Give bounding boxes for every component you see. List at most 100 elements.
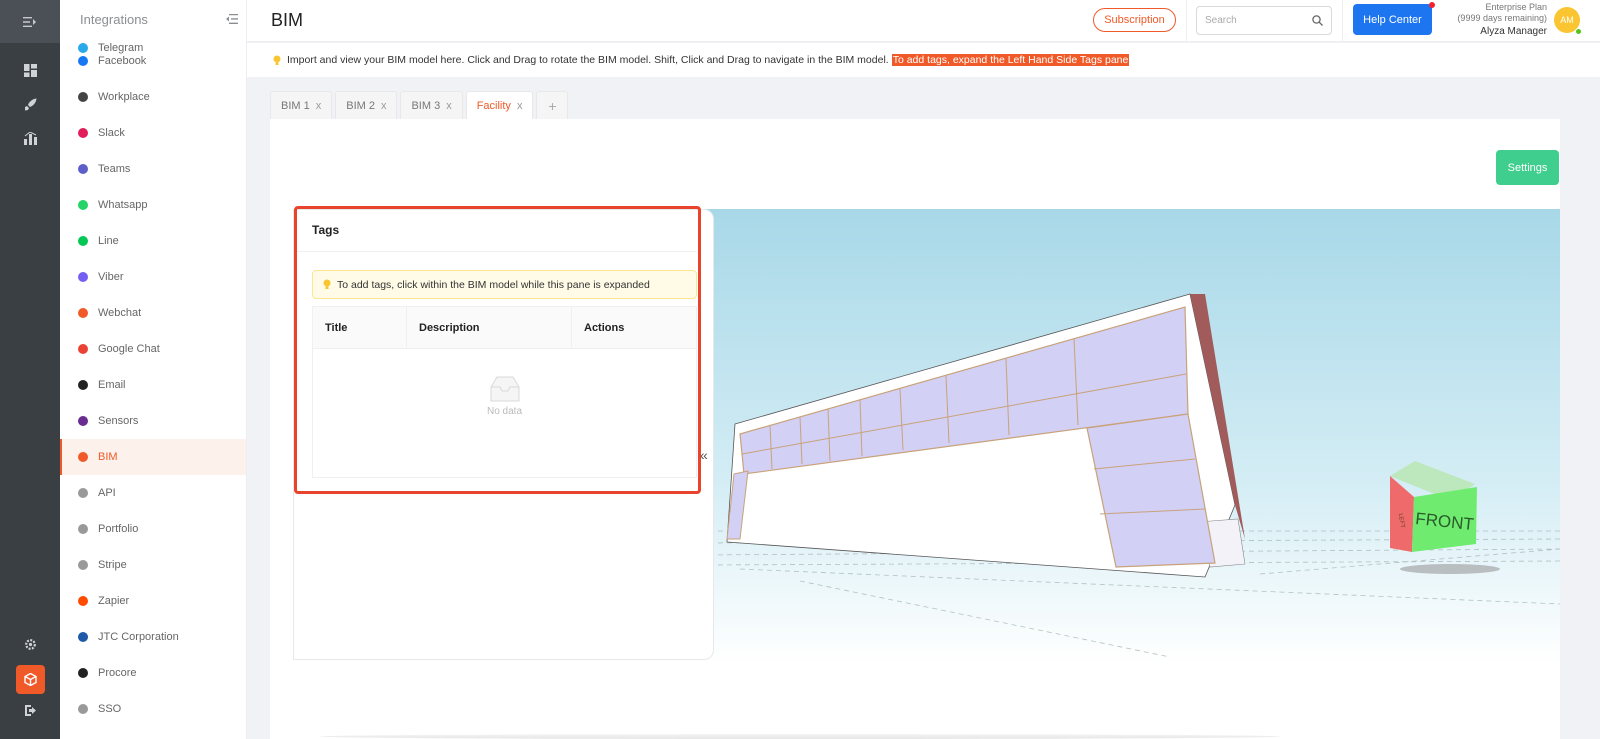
chart-icon[interactable] <box>0 126 60 150</box>
tab-facility[interactable]: Facility x <box>465 91 534 119</box>
sidebar-item-label: Viber <box>98 271 124 283</box>
menu-expand-icon[interactable] <box>0 0 60 43</box>
plan-remaining: (9999 days remaining) <box>1457 13 1547 23</box>
logout-icon[interactable] <box>0 698 60 722</box>
page-title: BIM <box>271 10 304 30</box>
portfolio-icon <box>78 524 88 534</box>
sidebar-item-jtc-corporation[interactable]: JTC Corporation <box>60 619 246 655</box>
sidebar-item-label: Whatsapp <box>98 199 148 211</box>
tags-table: Title Description Actions No data <box>312 306 697 478</box>
jtc-corporation-icon <box>78 632 88 642</box>
help-center-button[interactable]: Help Center <box>1353 4 1432 35</box>
user-name[interactable]: Alyza Manager <box>1427 26 1547 37</box>
viber-icon <box>78 272 88 282</box>
dashboard-icon[interactable] <box>0 58 60 82</box>
sidebar-item-label: Procore <box>98 667 137 679</box>
column-description[interactable]: Description <box>407 307 572 348</box>
sidebar-item-sensors[interactable]: Sensors <box>60 403 246 439</box>
sidebar-item-label: Email <box>98 379 126 391</box>
header-divider <box>1342 0 1343 42</box>
sidebar-item-email[interactable]: Email <box>60 367 246 403</box>
whatsapp-icon <box>78 200 88 210</box>
tab-label: BIM 1 <box>281 99 310 112</box>
sidebar-item-label: Google Chat <box>98 343 160 355</box>
sidebar-item-portfolio[interactable]: Portfolio <box>60 511 246 547</box>
bim-viewer[interactable]: FRONT LEFT <box>699 209 1561 663</box>
settings-button[interactable]: Settings <box>1496 150 1559 185</box>
tab-bim-1[interactable]: BIM 1 x <box>270 91 333 119</box>
header-divider <box>1186 0 1187 42</box>
empty-text: No data <box>486 406 523 417</box>
collapse-tags-pane-icon[interactable]: « <box>700 447 708 463</box>
column-actions[interactable]: Actions <box>572 307 696 348</box>
search-icon[interactable] <box>1312 15 1323 26</box>
footer-shadow <box>320 734 1280 739</box>
procore-icon <box>78 668 88 678</box>
workplace-icon <box>78 92 88 102</box>
sensors-icon <box>78 416 88 426</box>
sidebar-item-workplace[interactable]: Workplace <box>60 79 246 115</box>
top-header: BIM Subscription Search Help Center Ente… <box>247 0 1600 42</box>
instruction-bar: Import and view your BIM model here. Cli… <box>247 43 1600 77</box>
sso-icon <box>78 704 88 714</box>
close-tab-icon[interactable]: x <box>316 100 322 112</box>
tab-label: BIM 2 <box>346 99 375 112</box>
close-tab-icon[interactable]: x <box>517 100 523 112</box>
search-input[interactable]: Search <box>1196 6 1332 35</box>
zapier-icon <box>78 596 88 606</box>
sidebar-item-label: Zapier <box>98 595 130 607</box>
tab-label: Facility <box>476 99 511 112</box>
lightbulb-icon <box>273 55 281 65</box>
sidebar-list: Telegram Facebook Workplace Slack Teams What… <box>60 42 246 727</box>
sidebar-item-facebook[interactable]: Facebook <box>60 43 246 79</box>
sidebar-item-label: SSO <box>98 703 122 715</box>
close-tab-icon[interactable]: x <box>446 100 452 112</box>
lightbulb-icon <box>323 279 331 289</box>
sidebar-item-label: Webchat <box>98 307 142 319</box>
sidebar-item-label: Sensors <box>98 415 139 427</box>
bim-cube-icon[interactable] <box>16 665 45 694</box>
plan-info: Enterprise Plan (9999 days remaining) <box>1427 2 1547 24</box>
sidebar-item-api[interactable]: API <box>60 475 246 511</box>
sidebar-item-slack[interactable]: Slack <box>60 115 246 151</box>
sidebar-item-sso[interactable]: SSO <box>60 691 246 727</box>
sidebar-item-zapier[interactable]: Zapier <box>60 583 246 619</box>
line-icon <box>78 236 88 246</box>
sidebar-item-procore[interactable]: Procore <box>60 655 246 691</box>
instruction-text: Import and view your BIM model here. Cli… <box>287 54 889 66</box>
sidebar-item-teams[interactable]: Teams <box>60 151 246 187</box>
add-tab-button[interactable]: + <box>536 91 569 119</box>
icon-rail <box>0 0 60 739</box>
bim-model-render[interactable]: FRONT LEFT <box>699 209 1561 663</box>
sidebar-item-label: Portfolio <box>98 523 139 535</box>
sidebar-item-label: Line <box>98 235 119 247</box>
sidebar-item-stripe[interactable]: Stripe <box>60 547 246 583</box>
sidebar-item-bim[interactable]: BIM <box>60 439 246 475</box>
sidebar-item-label: BIM <box>98 451 118 463</box>
sidebar-item-line[interactable]: Line <box>60 223 246 259</box>
sidebar-item-label: Teams <box>98 163 131 175</box>
rocket-icon[interactable] <box>0 92 60 116</box>
column-title[interactable]: Title <box>313 307 407 348</box>
sidebar-collapse-icon[interactable] <box>226 12 238 27</box>
settings-icon[interactable] <box>0 632 60 656</box>
tags-table-header: Title Description Actions <box>313 307 696 349</box>
sidebar-item-viber[interactable]: Viber <box>60 259 246 295</box>
empty-inbox-icon <box>490 376 519 402</box>
sidebar-item-label: Workplace <box>98 91 150 103</box>
plan-name: Enterprise Plan <box>1485 2 1547 12</box>
sidebar-item-label: JTC Corporation <box>98 631 179 643</box>
sidebar-item-webchat[interactable]: Webchat <box>60 295 246 331</box>
teams-icon <box>78 164 88 174</box>
sidebar-item-whatsapp[interactable]: Whatsapp <box>60 187 246 223</box>
sidebar-title: Integrations <box>80 11 148 27</box>
subscription-button[interactable]: Subscription <box>1093 8 1176 32</box>
google-chat-icon <box>78 344 88 354</box>
sidebar-item-google-chat[interactable]: Google Chat <box>60 331 246 367</box>
facebook-icon <box>78 56 88 66</box>
sidebar-item-label: Stripe <box>98 559 127 571</box>
close-tab-icon[interactable]: x <box>381 100 387 112</box>
tags-title: Tags <box>312 223 340 237</box>
tab-bim-2[interactable]: BIM 2 x <box>335 91 398 119</box>
tab-bim-3[interactable]: BIM 3 x <box>400 91 463 119</box>
